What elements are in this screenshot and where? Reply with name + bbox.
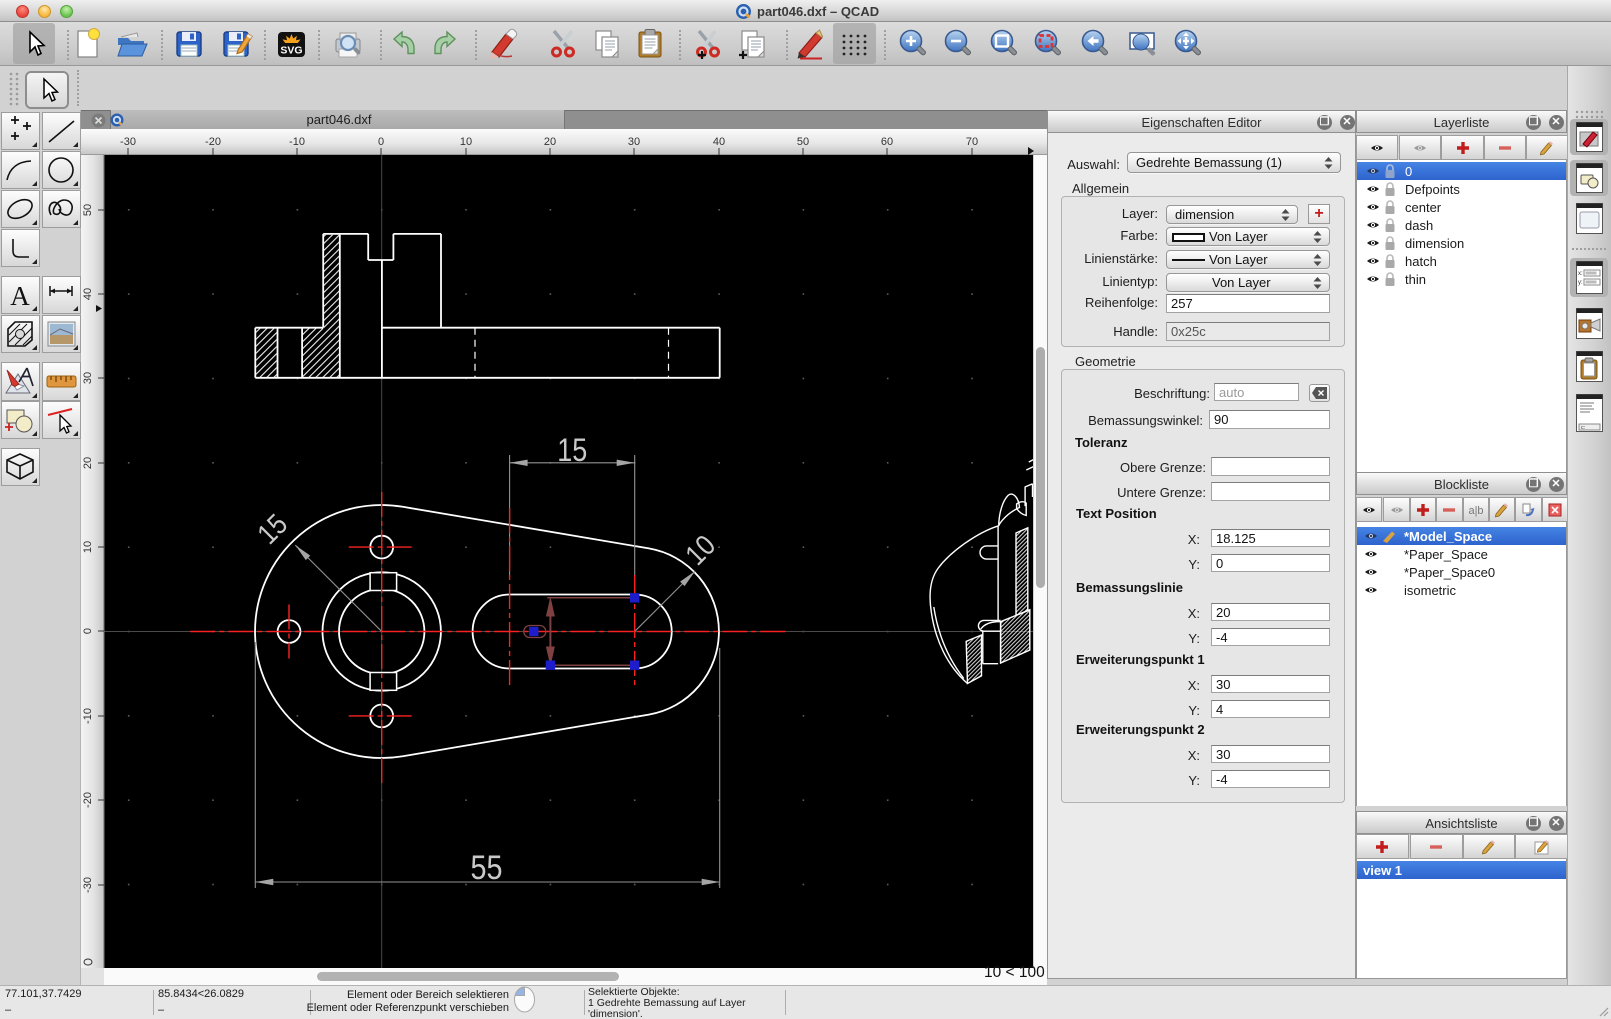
svg-text:30: 30 xyxy=(82,372,94,384)
svg-text:0: 0 xyxy=(378,136,384,148)
svg-text:70: 70 xyxy=(966,136,978,148)
svg-text:55: 55 xyxy=(471,849,503,887)
svg-text:a|b: a|b xyxy=(1468,505,1483,517)
svg-text:x:: x: xyxy=(1578,271,1583,277)
svg-text:60: 60 xyxy=(881,136,893,148)
svg-text:0: 0 xyxy=(82,628,94,634)
svg-text:40: 40 xyxy=(82,288,94,300)
svg-text:10: 10 xyxy=(460,136,472,148)
svg-text:50: 50 xyxy=(797,136,809,148)
svg-text:-20: -20 xyxy=(205,136,221,148)
svg-text:20: 20 xyxy=(82,457,94,469)
svg-text:50: 50 xyxy=(82,204,94,216)
svg-text:30: 30 xyxy=(628,136,640,148)
svg-text:SVG: SVG xyxy=(280,45,302,57)
svg-text:-30: -30 xyxy=(120,136,136,148)
svg-text:-30: -30 xyxy=(82,877,94,893)
svg-text:y:: y: xyxy=(1578,280,1583,286)
svg-text:40: 40 xyxy=(713,136,725,148)
svg-text:A: A xyxy=(10,281,30,311)
svg-text:c:: c: xyxy=(1581,425,1586,431)
svg-text:-10: -10 xyxy=(82,708,94,724)
svg-text:20: 20 xyxy=(544,136,556,148)
svg-text:-10: -10 xyxy=(289,136,305,148)
svg-text:15: 15 xyxy=(557,432,587,468)
svg-text:10: 10 xyxy=(82,541,94,553)
svg-text:-20: -20 xyxy=(82,792,94,808)
